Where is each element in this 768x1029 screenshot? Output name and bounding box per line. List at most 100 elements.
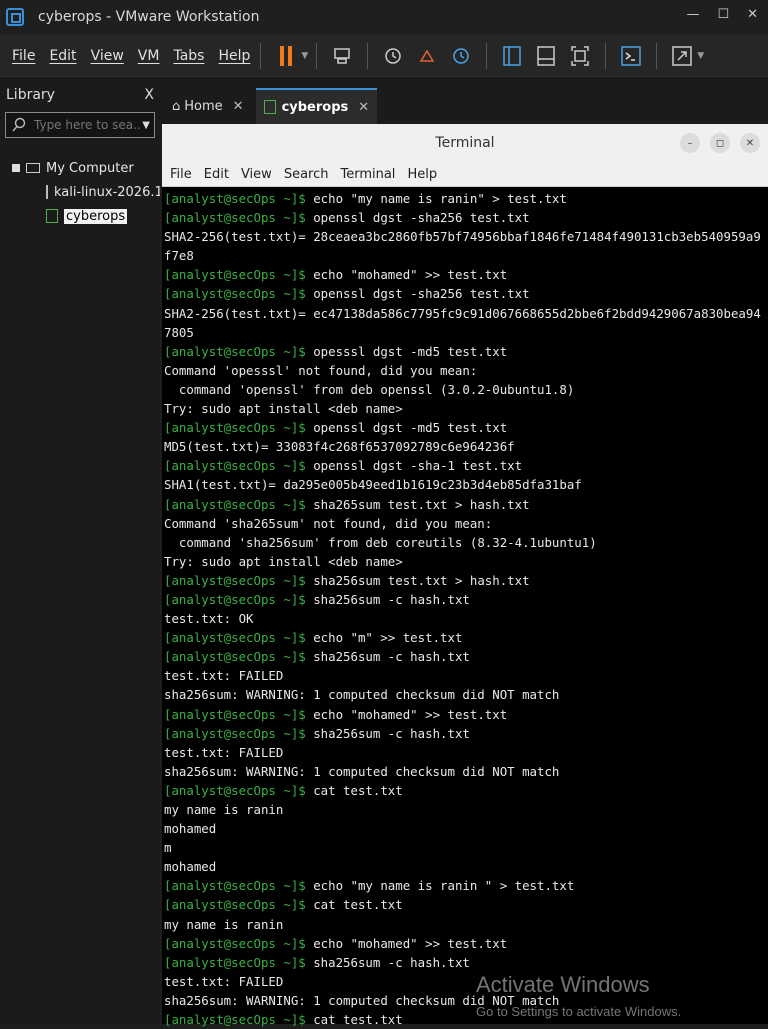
terminal-line-text: my name is ranin — [164, 802, 284, 817]
tab-cyberops[interactable]: cyberops ✕ — [255, 88, 378, 124]
shell-prompt: [analyst@secOps ~]$ — [164, 630, 306, 646]
terminal-menu-edit[interactable]: Edit — [204, 167, 229, 182]
library-view-icon — [503, 46, 522, 66]
terminal-line-text: echo "mohamed" >> test.txt — [305, 267, 508, 283]
terminal-output-line: Try: sudo apt install <deb name> — [164, 552, 766, 571]
computer-icon — [26, 163, 40, 173]
menu-view[interactable]: View — [91, 48, 124, 64]
shell-prompt: [analyst@secOps ~]$ — [164, 897, 306, 913]
tab-close-button[interactable]: ✕ — [233, 99, 244, 114]
terminal-menu-view[interactable]: View — [241, 167, 272, 182]
shell-prompt: [analyst@secOps ~]$ — [164, 210, 306, 226]
shell-prompt: [analyst@secOps ~]$ — [164, 725, 306, 741]
library-close-button[interactable]: X — [144, 87, 154, 103]
menu-edit[interactable]: Edit — [49, 48, 76, 64]
shell-prompt: [analyst@secOps ~]$ — [164, 954, 306, 970]
toolbar-separator — [260, 43, 262, 69]
terminal-line-text: MD5(test.txt)= 33083f4c268f6537092789c6e… — [164, 439, 515, 455]
toolbar-separator — [656, 43, 658, 69]
shell-prompt: [analyst@secOps ~]$ — [164, 591, 306, 607]
console-icon — [621, 46, 642, 66]
menu-tabs[interactable]: Tabs — [173, 48, 204, 64]
terminal-line-text: test.txt: OK — [164, 611, 254, 627]
terminal-maximize-button[interactable]: ◻ — [710, 133, 730, 153]
thumbnail-bar-button[interactable] — [533, 43, 559, 69]
terminal-line-text: Command 'sha265sum' not found, did you m… — [164, 515, 493, 531]
tab-label: cyberops — [281, 99, 349, 115]
console-view-button[interactable] — [618, 43, 644, 69]
maximize-button[interactable]: ☐ — [717, 7, 729, 22]
terminal-menu-terminal[interactable]: Terminal — [340, 167, 395, 182]
terminal-menubar: File Edit View Search Terminal Help — [162, 162, 768, 187]
terminal-minimize-button[interactable]: – — [680, 133, 700, 153]
tree-item-my-computer[interactable]: My Computer — [0, 156, 160, 180]
terminal-line-text: echo "my name is ranin" > test.txt — [305, 191, 567, 206]
watermark-subtitle: Go to Settings to activate Windows. — [476, 1004, 682, 1019]
chevron-down-icon[interactable]: ▼ — [697, 51, 704, 61]
menu-file[interactable]: File — [12, 48, 35, 64]
snapshot-manager-button[interactable] — [448, 43, 474, 69]
window-title: cyberops - VMware Workstation — [38, 9, 260, 25]
snapshot-icon — [385, 48, 402, 64]
terminal-output-line: sha256sum: WARNING: 1 computed checksum … — [164, 685, 766, 704]
pause-icon — [280, 46, 293, 66]
terminal-menu-search[interactable]: Search — [284, 167, 329, 182]
terminal-line-text: echo "mohamed" >> test.txt — [305, 706, 508, 722]
terminal-line-text: sha256sum -c hash.txt — [305, 649, 470, 665]
shell-prompt: [analyst@secOps ~]$ — [164, 458, 306, 474]
menu-help[interactable]: Help — [218, 48, 250, 64]
terminal-menu-help[interactable]: Help — [407, 167, 437, 182]
chevron-down-icon[interactable]: ▼ — [301, 51, 308, 61]
terminal-output-line: m — [164, 838, 766, 857]
collapse-toggle-icon[interactable] — [12, 164, 20, 172]
terminal-close-button[interactable]: ✕ — [740, 133, 760, 153]
library-search-input[interactable] — [32, 117, 143, 133]
show-library-button[interactable] — [499, 43, 525, 69]
shell-prompt: [analyst@secOps ~]$ — [164, 420, 306, 436]
terminal-line-text: cat test.txt — [305, 897, 403, 913]
tree-item-kali-linux[interactable]: kali-linux-2026.1- — [0, 180, 160, 204]
terminal-command-line: [analyst@secOps ~]$ openssl dgst -sha256… — [164, 208, 766, 227]
toolbar-separator — [486, 43, 488, 69]
terminal-line-text: command 'openssl' from deb openssl (3.0.… — [164, 381, 575, 397]
shell-prompt: [analyst@secOps ~]$ — [164, 267, 306, 283]
vm-running-icon — [46, 209, 58, 223]
tree-item-label: kali-linux-2026.1- — [54, 184, 160, 200]
tab-home[interactable]: ⌂ Home ✕ — [164, 88, 252, 124]
terminal-output-line: test.txt: FAILED — [164, 743, 766, 762]
terminal-titlebar: Terminal – ◻ ✕ — [162, 124, 768, 162]
terminal-line-text: command 'sha256sum' from deb coreutils (… — [164, 534, 597, 550]
terminal-output-line: my name is ranin — [164, 915, 766, 934]
snapshot-button[interactable] — [380, 43, 406, 69]
tree-item-label: My Computer — [46, 160, 134, 176]
terminal-window[interactable]: Terminal – ◻ ✕ File Edit View Search Ter… — [162, 124, 768, 1027]
chevron-down-icon[interactable]: ▼ — [142, 120, 150, 131]
terminal-line-text: sha256sum test.txt > hash.txt — [305, 572, 530, 588]
terminal-command-line: [analyst@secOps ~]$ sha256sum -c hash.tx… — [164, 590, 766, 609]
minimize-button[interactable]: — — [686, 7, 699, 22]
terminal-command-line: [analyst@secOps ~]$ cat test.txt — [164, 781, 766, 800]
tab-label: Home — [184, 98, 223, 114]
terminal-output-line: SHA2-256(test.txt)= 28ceaea3bc2860fb57bf… — [164, 227, 766, 265]
snapshot-manager-icon — [453, 48, 470, 64]
library-search[interactable]: ▼ — [5, 112, 155, 138]
menu-vm[interactable]: VM — [138, 48, 160, 64]
shell-prompt: [analyst@secOps ~]$ — [164, 286, 306, 302]
stretch-guest-button[interactable] — [669, 43, 695, 69]
terminal-command-line: [analyst@secOps ~]$ echo "mohamed" >> te… — [164, 265, 766, 284]
tree-item-cyberops[interactable]: cyberops — [0, 204, 160, 228]
shell-prompt: [analyst@secOps ~]$ — [164, 935, 306, 951]
pause-button[interactable] — [273, 43, 299, 69]
terminal-line-text: test.txt: FAILED — [164, 668, 284, 684]
tab-close-button[interactable]: ✕ — [358, 100, 369, 115]
terminal-menu-file[interactable]: File — [170, 167, 192, 182]
revert-snapshot-button[interactable] — [414, 43, 440, 69]
terminal-line-text: SHA2-256(test.txt)= ec47138da586c7795fc9… — [164, 305, 761, 340]
terminal-command-line: [analyst@secOps ~]$ sha256sum -c hash.tx… — [164, 647, 766, 666]
terminal-output[interactable]: [analyst@secOps ~]$ echo "my name is ran… — [162, 187, 768, 1029]
send-ctrl-alt-del-button[interactable] — [329, 43, 355, 69]
close-button[interactable]: ✕ — [747, 7, 758, 22]
library-panel: Library X ▼ My Computer kali-linux-2026.… — [0, 80, 160, 1024]
terminal-output-line: Command 'opesssl' not found, did you mea… — [164, 361, 766, 380]
full-screen-button[interactable] — [567, 43, 593, 69]
